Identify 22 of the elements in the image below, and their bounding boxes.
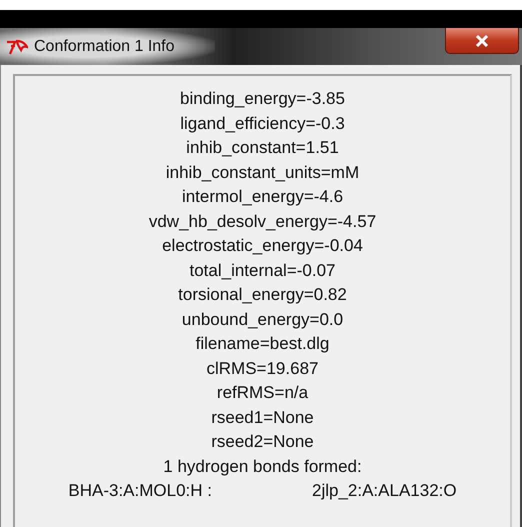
acceptor-atom-text: 2jlp_2:A:ALA132:O <box>312 481 457 502</box>
info-text: intermol_energy=-4.6 <box>182 187 344 208</box>
info-text: vdw_hb_desolv_energy=-4.57 <box>148 212 376 232</box>
info-text: filename=best.dlg <box>196 334 330 354</box>
window-title: Conformation 1 Info <box>34 38 175 56</box>
donor-atom-text: BHA-3:A:MOL0:H : <box>68 481 212 502</box>
info-text: inhib_constant_units=mM <box>166 162 360 183</box>
info-text: electrostatic_energy=-0.04 <box>162 236 363 256</box>
info-text: rseed2=None <box>211 432 314 452</box>
info-text: unbound_energy=0.0 <box>182 310 344 330</box>
info-text: refRMS=n/a <box>216 383 308 404</box>
info-text: torsional_energy=0.82 <box>178 285 347 306</box>
info-text: ligand_efficiency=-0.3 <box>180 114 345 134</box>
close-icon <box>475 34 489 46</box>
info-text: binding_energy=-3.85 <box>180 89 345 110</box>
info-text: clRMS=19.687 <box>206 358 318 379</box>
info-text: total_internal=-0.07 <box>189 260 336 281</box>
close-button[interactable] <box>445 28 519 54</box>
info-text: 1 hydrogen bonds formed: <box>163 456 362 477</box>
info-text: inhib_constant=1.51 <box>186 138 339 158</box>
info-text: rseed1=None <box>211 408 314 428</box>
feather-logo-icon <box>6 38 28 54</box>
